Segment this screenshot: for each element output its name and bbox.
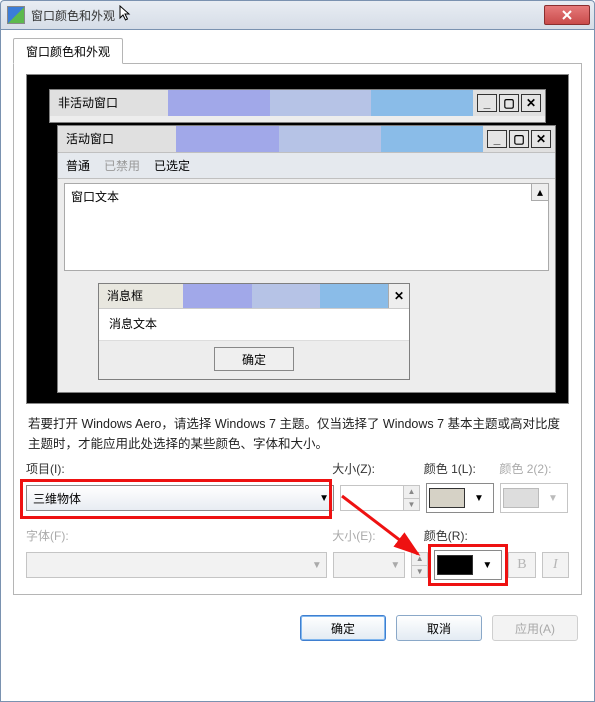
label-item: 项目(I): [26,460,326,477]
minimize-icon: _ [477,94,497,112]
size2-dropdown: ▼ [333,552,405,578]
maximize-icon: ▢ [509,130,529,148]
close-icon [562,10,572,20]
spin-up-icon: ▲ [411,553,427,565]
menu-selected: 已选定 [154,157,190,174]
message-box-title: 消息框 [99,284,183,308]
color1-swatch [429,488,465,508]
colorR-swatch [437,555,473,575]
ok-button[interactable]: 确定 [300,615,386,641]
close-icon: ✕ [521,94,541,112]
colorR-button[interactable]: ▼ [434,550,502,580]
font-dropdown: ▼ [26,552,327,578]
inactive-window-title: 非活动窗口 [50,90,168,116]
bold-button: B [508,552,535,578]
preview-inactive-window: 非活动窗口 _ ▢ ✕ [49,89,546,123]
tab-appearance[interactable]: 窗口颜色和外观 [13,38,123,64]
chevron-down-icon: ▼ [475,560,499,571]
apply-button: 应用(A) [492,615,578,641]
chevron-down-icon: ▼ [541,493,565,504]
close-icon: ✕ [531,130,551,148]
spin-up-icon: ▲ [403,486,419,498]
chevron-down-icon: ▼ [390,560,400,571]
tab-panel: 非活动窗口 _ ▢ ✕ 活动窗口 [13,63,582,595]
window-title: 窗口颜色和外观 [31,7,115,24]
item-dropdown[interactable]: 三维物体 ▼ [26,485,334,511]
minimize-icon: _ [487,130,507,148]
close-button[interactable] [544,5,590,25]
color2-button: ▼ [500,483,568,513]
spin-down-icon: ▼ [411,565,427,578]
controls-grid: 项目(I): 大小(Z): 颜色 1(L): 颜色 2(2): 三维物体 ▼ [26,460,569,580]
label-font: 字体(F): [26,527,326,544]
app-icon [7,6,25,24]
menu-normal: 普通 [66,157,90,174]
chevron-down-icon: ▼ [312,560,322,571]
size1-spinner: ▲ ▼ [340,485,420,511]
preview-menubar: 普通 已禁用 已选定 [58,152,555,179]
chevron-down-icon: ▼ [467,493,491,504]
item-dropdown-value: 三维物体 [33,490,81,507]
preview-message-box: 消息框 ✕ 消息文本 确定 [98,283,410,380]
label-color1: 颜色 1(L): [424,460,494,477]
title-left: 窗口颜色和外观 [7,6,121,24]
preview-active-window: 活动窗口 _ ▢ ✕ 普通 已禁用 已选定 [57,125,556,393]
client-area: 窗口颜色和外观 非活动窗口 _ ▢ ✕ [0,29,595,702]
size2-spin: ▲ ▼ [411,552,428,578]
scroll-up-icon: ▴ [531,184,548,201]
dialog-window: 窗口颜色和外观 窗口颜色和外观 非活动窗口 [0,0,595,702]
label-color2: 颜色 2(2): [499,460,569,477]
cancel-button[interactable]: 取消 [396,615,482,641]
titlebar[interactable]: 窗口颜色和外观 [0,0,595,29]
spin-down-icon: ▼ [403,498,419,511]
active-window-title: 活动窗口 [58,126,176,152]
label-colorR: 颜色(R): [424,527,494,544]
maximize-icon: ▢ [499,94,519,112]
chevron-down-icon: ▼ [319,493,329,504]
label-size1: 大小(Z): [332,460,418,477]
message-text-sample: 消息文本 [99,308,409,340]
preview-area: 非活动窗口 _ ▢ ✕ 活动窗口 [26,74,569,404]
preview-ok-button: 确定 [214,347,294,371]
window-text-sample: 窗口文本 [71,190,119,204]
color2-swatch [503,488,539,508]
dialog-buttons: 确定 取消 应用(A) [13,615,582,641]
close-icon: ✕ [388,284,409,308]
menu-disabled: 已禁用 [104,157,140,174]
color1-button[interactable]: ▼ [426,483,494,513]
italic-button: I [542,552,569,578]
preview-textarea: 窗口文本 ▴ [64,183,549,271]
description-text: 若要打开 Windows Aero，请选择 Windows 7 主题。仅当选择了… [28,414,567,454]
label-size2: 大小(E): [332,527,418,544]
tabs: 窗口颜色和外观 [13,38,582,64]
